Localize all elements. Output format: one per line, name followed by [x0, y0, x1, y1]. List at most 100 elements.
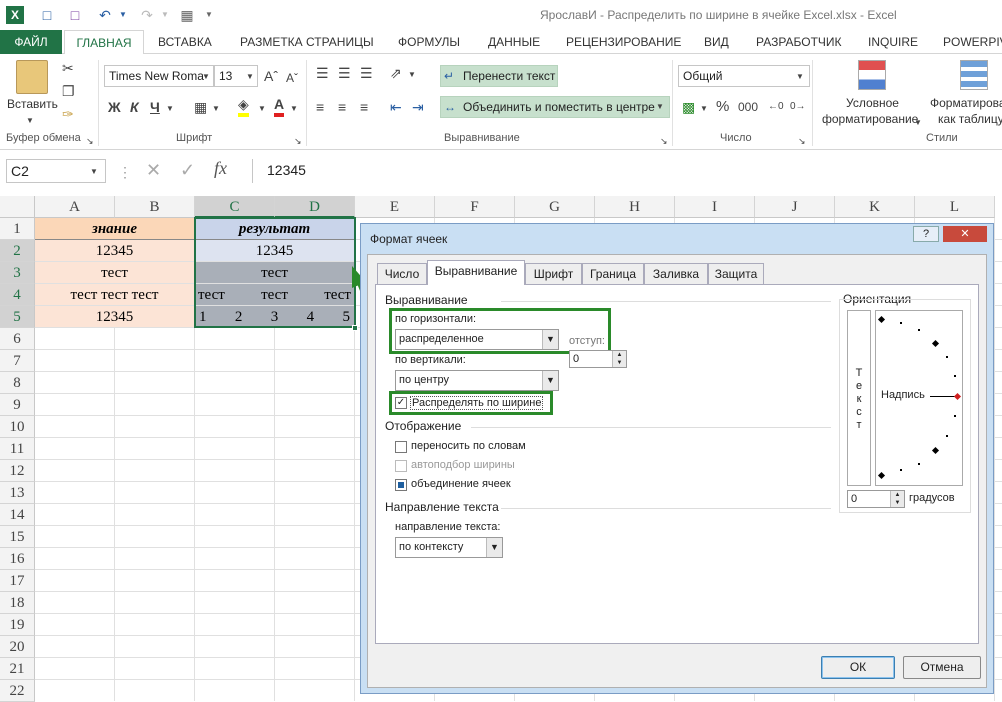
- bold-button[interactable]: Ж: [108, 98, 121, 116]
- row-header-17[interactable]: 17: [0, 570, 35, 592]
- tab-powerpivot[interactable]: POWERPIVOT: [943, 30, 1002, 54]
- tab-font[interactable]: Шрифт: [525, 263, 582, 285]
- cut-icon[interactable]: ✂: [62, 59, 74, 77]
- currency-dropdown-icon[interactable]: ▼: [700, 100, 708, 118]
- column-header-i[interactable]: I: [675, 196, 755, 218]
- tab-protection[interactable]: Защита: [708, 263, 764, 285]
- column-header-l[interactable]: L: [915, 196, 995, 218]
- number-launcher-icon[interactable]: ↘: [798, 132, 806, 150]
- vertical-text-button[interactable]: Т е к с т: [847, 310, 871, 486]
- row-header-22[interactable]: 22: [0, 680, 35, 702]
- orientation-dropdown-icon[interactable]: ▼: [408, 66, 416, 84]
- direction-select[interactable]: по контексту ▼: [395, 537, 503, 558]
- wrap-text-button[interactable]: Перенести текст: [440, 65, 558, 87]
- spinner-arrows-icon[interactable]: ▲ ▼: [612, 351, 626, 367]
- row-header-14[interactable]: 14: [0, 504, 35, 526]
- borders-dropdown-icon[interactable]: ▼: [212, 100, 220, 118]
- format-as-table-button[interactable]: Форматирова: [930, 96, 1002, 110]
- align-middle-icon[interactable]: ☰: [338, 64, 351, 82]
- font-size-dropdown-icon[interactable]: ▼: [246, 68, 254, 86]
- ok-button[interactable]: ОК: [821, 656, 895, 679]
- align-bottom-icon[interactable]: ☰: [360, 64, 373, 82]
- underline-dropdown-icon[interactable]: ▼: [166, 100, 174, 118]
- row-header-5[interactable]: 5: [0, 306, 35, 328]
- formula-input[interactable]: 12345: [252, 159, 1002, 183]
- close-button[interactable]: ✕: [943, 226, 987, 242]
- italic-button[interactable]: К: [130, 98, 139, 116]
- tab-page-layout[interactable]: РАЗМЕТКА СТРАНИЦЫ: [240, 30, 374, 54]
- align-center-icon[interactable]: ≡: [338, 98, 346, 116]
- chevron-down-icon[interactable]: ▼: [542, 371, 558, 390]
- merge-cells-label[interactable]: объединение ячеек: [411, 478, 511, 490]
- shrink-font-icon[interactable]: Aˇ: [286, 69, 298, 87]
- redo-dropdown-icon[interactable]: ▼: [156, 6, 174, 24]
- borders-icon[interactable]: ▦: [194, 98, 207, 116]
- confirm-entry-icon[interactable]: ✓: [180, 161, 195, 179]
- row-header-16[interactable]: 16: [0, 548, 35, 570]
- font-name-dropdown-icon[interactable]: ▼: [202, 68, 210, 86]
- paste-icon[interactable]: [16, 60, 48, 94]
- format-as-table-icon[interactable]: [960, 60, 988, 90]
- select-all-corner[interactable]: [0, 196, 35, 218]
- row-header-2[interactable]: 2: [0, 240, 35, 262]
- column-header-c[interactable]: C: [195, 196, 275, 218]
- undo-icon[interactable]: ↶: [96, 6, 114, 24]
- cell-a3[interactable]: тест: [35, 262, 195, 284]
- row-header-18[interactable]: 18: [0, 592, 35, 614]
- tab-inquire[interactable]: INQUIRE: [868, 30, 918, 54]
- orientation-dial[interactable]: Надпись: [875, 310, 963, 486]
- tab-formulas[interactable]: ФОРМУЛЫ: [398, 30, 460, 54]
- grow-font-icon[interactable]: Aˆ: [264, 67, 278, 85]
- column-header-d[interactable]: D: [275, 196, 355, 218]
- degrees-spinner[interactable]: 0 ▲ ▼: [847, 490, 905, 508]
- number-format-select[interactable]: Общий: [678, 65, 810, 87]
- alignment-launcher-icon[interactable]: ↘: [660, 132, 668, 150]
- column-header-e[interactable]: E: [355, 196, 435, 218]
- tab-developer[interactable]: РАЗРАБОТЧИК: [756, 30, 842, 54]
- font-color-dropdown-icon[interactable]: ▼: [290, 100, 298, 118]
- increase-indent-icon[interactable]: ⇥: [412, 98, 424, 116]
- merge-center-button[interactable]: Объединить и поместить в центре: [440, 96, 670, 118]
- conditional-formatting-dropdown-icon[interactable]: ▼: [914, 114, 922, 132]
- cell-a2[interactable]: 12345: [35, 240, 195, 262]
- tab-data[interactable]: ДАННЫЕ: [488, 30, 540, 54]
- conditional-formatting-icon[interactable]: [858, 60, 886, 90]
- tab-border[interactable]: Граница: [582, 263, 644, 285]
- percent-button[interactable]: %: [716, 98, 729, 116]
- tab-view[interactable]: ВИД: [704, 30, 729, 54]
- align-top-icon[interactable]: ☰: [316, 64, 329, 82]
- name-box-dropdown-icon[interactable]: ▼: [90, 163, 98, 181]
- format-painter-icon[interactable]: ✑: [62, 105, 74, 123]
- decrease-indent-icon[interactable]: ⇤: [390, 98, 402, 116]
- chevron-down-icon[interactable]: ▼: [542, 330, 558, 349]
- save-icon[interactable]: □: [38, 6, 56, 24]
- number-format-dropdown-icon[interactable]: ▼: [796, 68, 804, 86]
- font-launcher-icon[interactable]: ↘: [294, 132, 302, 150]
- row-header-20[interactable]: 20: [0, 636, 35, 658]
- column-header-b[interactable]: B: [115, 196, 195, 218]
- row-header-4[interactable]: 4: [0, 284, 35, 306]
- column-header-a[interactable]: A: [35, 196, 115, 218]
- row-header-6[interactable]: 6: [0, 328, 35, 350]
- paste-button[interactable]: Вставить: [7, 97, 58, 111]
- merge-dropdown-icon[interactable]: ▼: [656, 98, 664, 116]
- tab-fill[interactable]: Заливка: [644, 263, 708, 285]
- fill-color-dropdown-icon[interactable]: ▼: [258, 100, 266, 118]
- format-painter-qa-icon[interactable]: ▦: [178, 6, 196, 24]
- row-header-8[interactable]: 8: [0, 372, 35, 394]
- customize-qa-icon[interactable]: ▼: [200, 6, 218, 24]
- font-name-select[interactable]: Times New Roma: [104, 65, 214, 87]
- tab-number[interactable]: Число: [377, 263, 427, 285]
- row-header-11[interactable]: 11: [0, 438, 35, 460]
- cell-a5[interactable]: 12345: [35, 306, 195, 328]
- underline-button[interactable]: Ч: [150, 98, 160, 116]
- thousands-button[interactable]: 000: [738, 98, 758, 116]
- tab-insert[interactable]: ВСТАВКА: [158, 30, 212, 54]
- chevron-down-icon[interactable]: ▼: [486, 538, 502, 557]
- wrap-words-checkbox[interactable]: [395, 441, 407, 453]
- fill-color-icon[interactable]: ◈: [238, 95, 249, 117]
- indent-spinner[interactable]: 0 ▲ ▼: [569, 350, 627, 368]
- cancel-entry-icon[interactable]: ✕: [146, 161, 161, 179]
- shrink-fit-label[interactable]: автоподбор ширины: [411, 459, 515, 471]
- justify-distributed-label[interactable]: Распределять по ширине: [410, 396, 544, 410]
